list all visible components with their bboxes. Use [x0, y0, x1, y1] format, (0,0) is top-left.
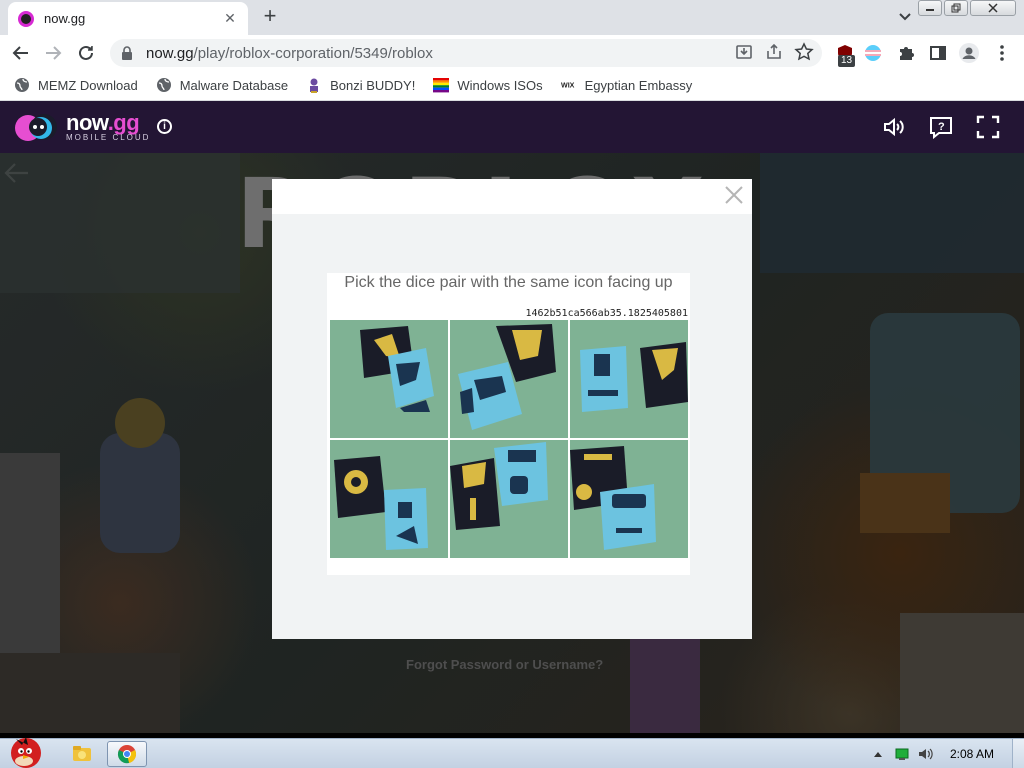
volume-icon[interactable]	[882, 115, 906, 139]
taskbar-chrome[interactable]	[107, 741, 147, 767]
tab-search-chevron-icon[interactable]	[896, 8, 914, 26]
window-controls	[918, 0, 1016, 16]
extension-badge-count: 13	[838, 55, 856, 67]
system-tray: 2:08 AM	[862, 739, 1024, 768]
bookmark-label: Malware Database	[179, 77, 289, 93]
show-desktop-button[interactable]	[1012, 739, 1024, 768]
svg-text:WIX: WIX	[561, 82, 575, 90]
dice-pair-image	[330, 440, 448, 558]
volume-tray-icon[interactable]	[918, 746, 934, 762]
url-path: /play/roblox-corporation/5349/roblox	[193, 44, 433, 62]
globe-icon	[14, 77, 30, 93]
tab-strip: now.gg ✕ +	[0, 0, 1024, 35]
bookmark-bonzi-buddy[interactable]: Bonzi BUDDY!	[306, 77, 415, 93]
address-bar[interactable]: now.gg/play/roblox-corporation/5349/robl…	[110, 39, 822, 67]
close-window-button[interactable]	[970, 0, 1016, 16]
chrome-icon	[117, 745, 137, 764]
bookmark-star-icon[interactable]	[794, 42, 814, 62]
bookmark-egyptian-embassy[interactable]: WIX Egyptian Embassy	[561, 77, 693, 93]
dice-pair-image	[570, 320, 688, 438]
bookmark-label: Egyptian Embassy	[584, 77, 693, 93]
captcha-option-1[interactable]	[330, 320, 448, 438]
reload-icon[interactable]	[75, 42, 97, 64]
fullscreen-icon[interactable]	[976, 115, 1000, 139]
extension-flag-icon[interactable]	[862, 42, 884, 64]
install-app-icon[interactable]	[734, 42, 754, 62]
start-button-angry-bird-icon[interactable]	[4, 733, 46, 768]
help-chat-icon[interactable]: ?	[929, 115, 953, 139]
taskbar: 2:08 AM	[0, 737, 1024, 768]
close-icon[interactable]	[724, 185, 744, 205]
dice-pair-image	[450, 440, 568, 558]
dice-pair-image	[330, 320, 448, 438]
clock[interactable]: 2:08 AM	[950, 747, 994, 761]
captcha-option-6[interactable]	[570, 440, 688, 558]
bookmark-label: MEMZ Download	[38, 77, 138, 93]
taskbar-explorer[interactable]	[62, 741, 102, 767]
restore-button[interactable]	[944, 0, 968, 16]
dice-pair-image	[570, 440, 688, 558]
logo-now: now	[66, 110, 108, 135]
logo-subtitle: MOBILE CLOUD	[66, 133, 151, 142]
globe-icon	[156, 77, 172, 93]
captcha-option-3[interactable]	[570, 320, 688, 438]
url-host: now.gg	[146, 44, 194, 62]
bookmark-windows-isos[interactable]: Windows ISOs	[433, 77, 543, 93]
logo-gg: .gg	[107, 110, 140, 135]
nowgg-logo-icon[interactable]	[14, 110, 60, 144]
profile-avatar-icon[interactable]	[958, 42, 980, 64]
svg-text:?: ?	[938, 121, 945, 133]
captcha-option-2[interactable]	[450, 320, 568, 438]
nowgg-header: now.gg MOBILE CLOUD i ?	[0, 101, 1024, 153]
browser-tab[interactable]: now.gg ✕	[8, 2, 248, 35]
share-icon[interactable]	[764, 42, 784, 62]
captcha-option-5[interactable]	[450, 440, 568, 558]
bonzi-icon	[306, 77, 322, 93]
modal-header	[272, 179, 752, 214]
menu-kebab-icon[interactable]	[991, 42, 1013, 64]
folder-icon	[73, 746, 91, 761]
close-tab-icon[interactable]: ✕	[222, 10, 238, 27]
bookmarks-bar: MEMZ Download Malware Database Bonzi BUD…	[0, 70, 1024, 101]
bookmark-malware-database[interactable]: Malware Database	[156, 77, 288, 93]
bookmark-label: Bonzi BUDDY!	[330, 77, 416, 93]
captcha-widget: Pick the dice pair with the same icon fa…	[327, 273, 690, 575]
captcha-modal: Pick the dice pair with the same icon fa…	[272, 179, 752, 639]
browser-toolbar: now.gg/play/roblox-corporation/5349/robl…	[0, 35, 1024, 70]
network-icon[interactable]	[894, 746, 910, 762]
nowgg-favicon-icon	[18, 10, 34, 27]
minimize-button[interactable]	[918, 0, 942, 16]
extensions-puzzle-icon[interactable]	[895, 42, 917, 64]
side-panel-icon[interactable]	[927, 42, 949, 64]
info-icon[interactable]: i	[157, 119, 172, 134]
bookmark-label: Windows ISOs	[457, 77, 543, 93]
forgot-password-link[interactable]: Forgot Password or Username?	[406, 657, 603, 672]
url-text: now.gg/play/roblox-corporation/5349/robl…	[146, 45, 433, 62]
forward-icon[interactable]	[42, 42, 64, 64]
captcha-grid	[330, 320, 688, 558]
back-icon[interactable]	[10, 42, 32, 64]
show-hidden-icons-icon[interactable]	[870, 746, 886, 762]
omnibox-actions	[734, 42, 814, 62]
tab-title: now.gg	[44, 11, 86, 26]
new-tab-button[interactable]: +	[258, 5, 282, 27]
lock-icon[interactable]	[120, 46, 134, 60]
captcha-challenge-id: 1462b51ca566ab35.1825405801	[525, 308, 688, 319]
bookmark-memz[interactable]: MEMZ Download	[14, 77, 138, 93]
captcha-prompt: Pick the dice pair with the same icon fa…	[344, 274, 673, 291]
captcha-option-4[interactable]	[330, 440, 448, 558]
dice-pair-image	[450, 320, 568, 438]
windows-flag-icon	[433, 77, 450, 93]
wix-icon: WIX	[561, 77, 577, 93]
